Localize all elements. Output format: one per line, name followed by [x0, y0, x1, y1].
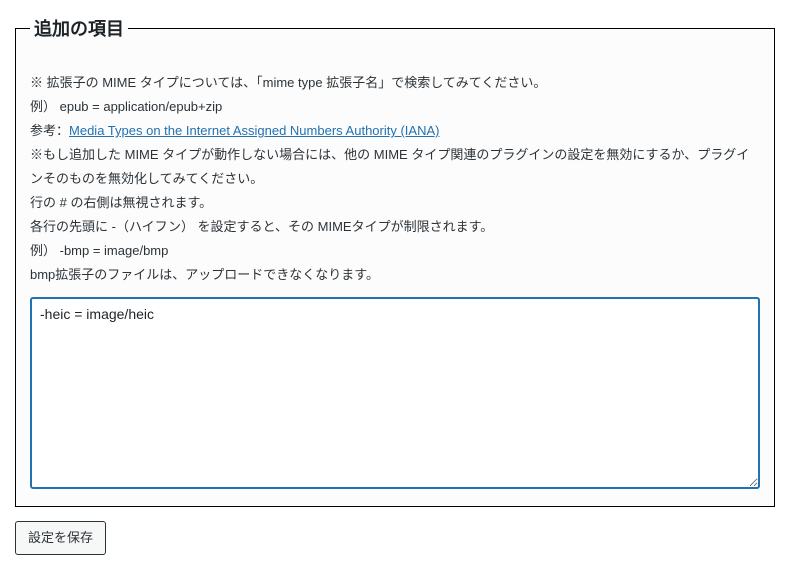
desc-line-7: 例） -bmp = image/bmp	[30, 239, 760, 263]
desc-line-2: 例） epub = application/epub+zip	[30, 95, 760, 119]
desc-line-3-prefix: 参考：	[30, 123, 69, 138]
submit-row: 設定を保存	[15, 521, 775, 555]
desc-line-8: bmp拡張子のファイルは、アップロードできなくなります。	[30, 263, 760, 287]
desc-line-1: ※ 拡張子の MIME タイプについては、「mime type 拡張子名」で検索…	[30, 71, 760, 95]
desc-line-5: 行の # の右側は無視されます。	[30, 191, 760, 215]
desc-line-3: 参考：Media Types on the Internet Assigned …	[30, 119, 760, 143]
fieldset-legend: 追加の項目	[30, 15, 128, 41]
mime-types-textarea[interactable]	[30, 297, 760, 489]
additional-items-fieldset: 追加の項目 ※ 拡張子の MIME タイプについては、「mime type 拡張…	[15, 15, 775, 507]
description-block: ※ 拡張子の MIME タイプについては、「mime type 拡張子名」で検索…	[30, 71, 760, 287]
desc-line-6: 各行の先頭に -（ハイフン） を設定すると、その MIMEタイプが制限されます。	[30, 215, 760, 239]
save-button[interactable]: 設定を保存	[15, 521, 106, 555]
iana-link[interactable]: Media Types on the Internet Assigned Num…	[69, 123, 439, 138]
desc-line-4: ※もし追加した MIME タイプが動作しない場合には、他の MIME タイプ関連…	[30, 143, 760, 191]
